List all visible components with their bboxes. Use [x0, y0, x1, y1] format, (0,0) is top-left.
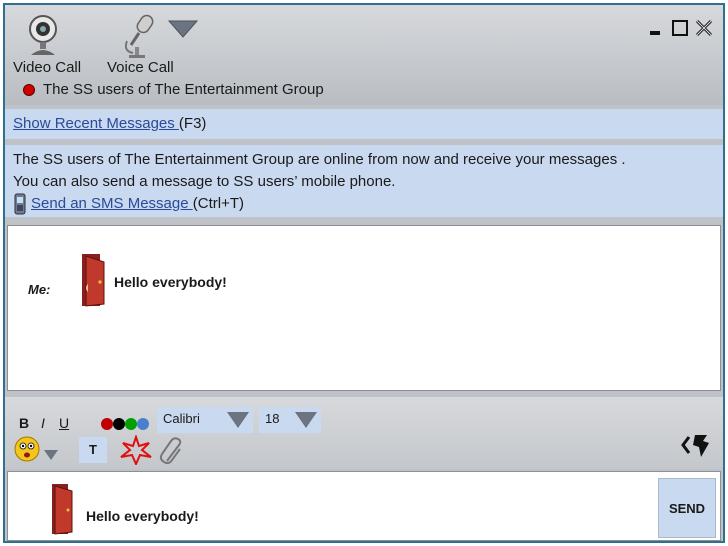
- chat-window: Video Call Voice Call The SS users of Th…: [3, 3, 725, 543]
- nudge-icon[interactable]: [119, 435, 153, 465]
- send-sms-link[interactable]: Send an SMS Message: [31, 195, 193, 212]
- sender-label: Me:: [28, 282, 51, 297]
- minimize-icon[interactable]: [647, 19, 665, 37]
- font-family-select[interactable]: Calibri: [157, 407, 253, 433]
- send-button[interactable]: SEND: [658, 478, 716, 538]
- top-toolbar: Video Call Voice Call The SS users of Th…: [5, 5, 723, 105]
- microphone-icon[interactable]: [117, 11, 165, 59]
- chevron-down-icon[interactable]: [293, 409, 319, 431]
- underline-button[interactable]: U: [59, 415, 69, 431]
- contact-name: The SS users of The Entertainment Group: [43, 81, 324, 98]
- italic-button[interactable]: I: [41, 415, 45, 431]
- recent-shortcut: (F3): [178, 115, 207, 132]
- status-dot-icon: [23, 83, 35, 96]
- video-call-label[interactable]: Video Call: [13, 59, 81, 76]
- voice-call-label[interactable]: Voice Call: [107, 59, 174, 76]
- show-recent-messages-link[interactable]: Show Recent Messages: [13, 115, 179, 132]
- message-input-text[interactable]: Hello everybody!: [86, 508, 199, 524]
- paperclip-icon[interactable]: [159, 437, 185, 465]
- contact-status-row: The SS users of The Entertainment Group: [23, 81, 324, 98]
- conversation-message: Hello everybody!: [114, 274, 227, 290]
- text-style-button[interactable]: T: [79, 437, 107, 463]
- sms-shortcut: (Ctrl+T): [192, 195, 245, 212]
- notice-line-2: You can also send a message to SS users’…: [13, 173, 396, 190]
- font-family-value: Calibri: [163, 411, 200, 426]
- maximize-icon[interactable]: [671, 19, 689, 37]
- online-notice: The SS users of The Entertainment Group …: [5, 145, 723, 217]
- notice-line-1: The SS users of The Entertainment Group …: [13, 151, 626, 168]
- door-avatar-icon: [82, 254, 105, 307]
- text-color-swatches-icon[interactable]: [97, 415, 153, 433]
- emoticon-icon[interactable]: [13, 435, 41, 463]
- close-icon[interactable]: [695, 19, 713, 37]
- voice-call-dropdown-icon[interactable]: [167, 17, 199, 41]
- message-input-area[interactable]: Hello everybody! SEND: [7, 471, 721, 541]
- door-avatar-icon: [52, 484, 73, 535]
- window-controls: [647, 19, 713, 37]
- chevron-down-icon[interactable]: [225, 409, 251, 431]
- emoticon-dropdown-icon[interactable]: [43, 449, 59, 461]
- font-size-value: 18: [265, 411, 280, 426]
- mobile-phone-icon: [14, 193, 26, 215]
- bold-button[interactable]: B: [19, 415, 29, 431]
- font-size-select[interactable]: 18: [259, 407, 321, 433]
- sms-row: Send an SMS Message (Ctrl+T): [13, 193, 715, 215]
- format-toolbar: B I U Calibri 18 T: [5, 397, 723, 469]
- recent-messages-bar: Show Recent Messages (F3): [5, 109, 723, 139]
- webcam-icon[interactable]: [23, 13, 63, 57]
- conversation-pane[interactable]: Me: Hello everybody!: [7, 225, 721, 391]
- send-file-icon[interactable]: [679, 431, 715, 459]
